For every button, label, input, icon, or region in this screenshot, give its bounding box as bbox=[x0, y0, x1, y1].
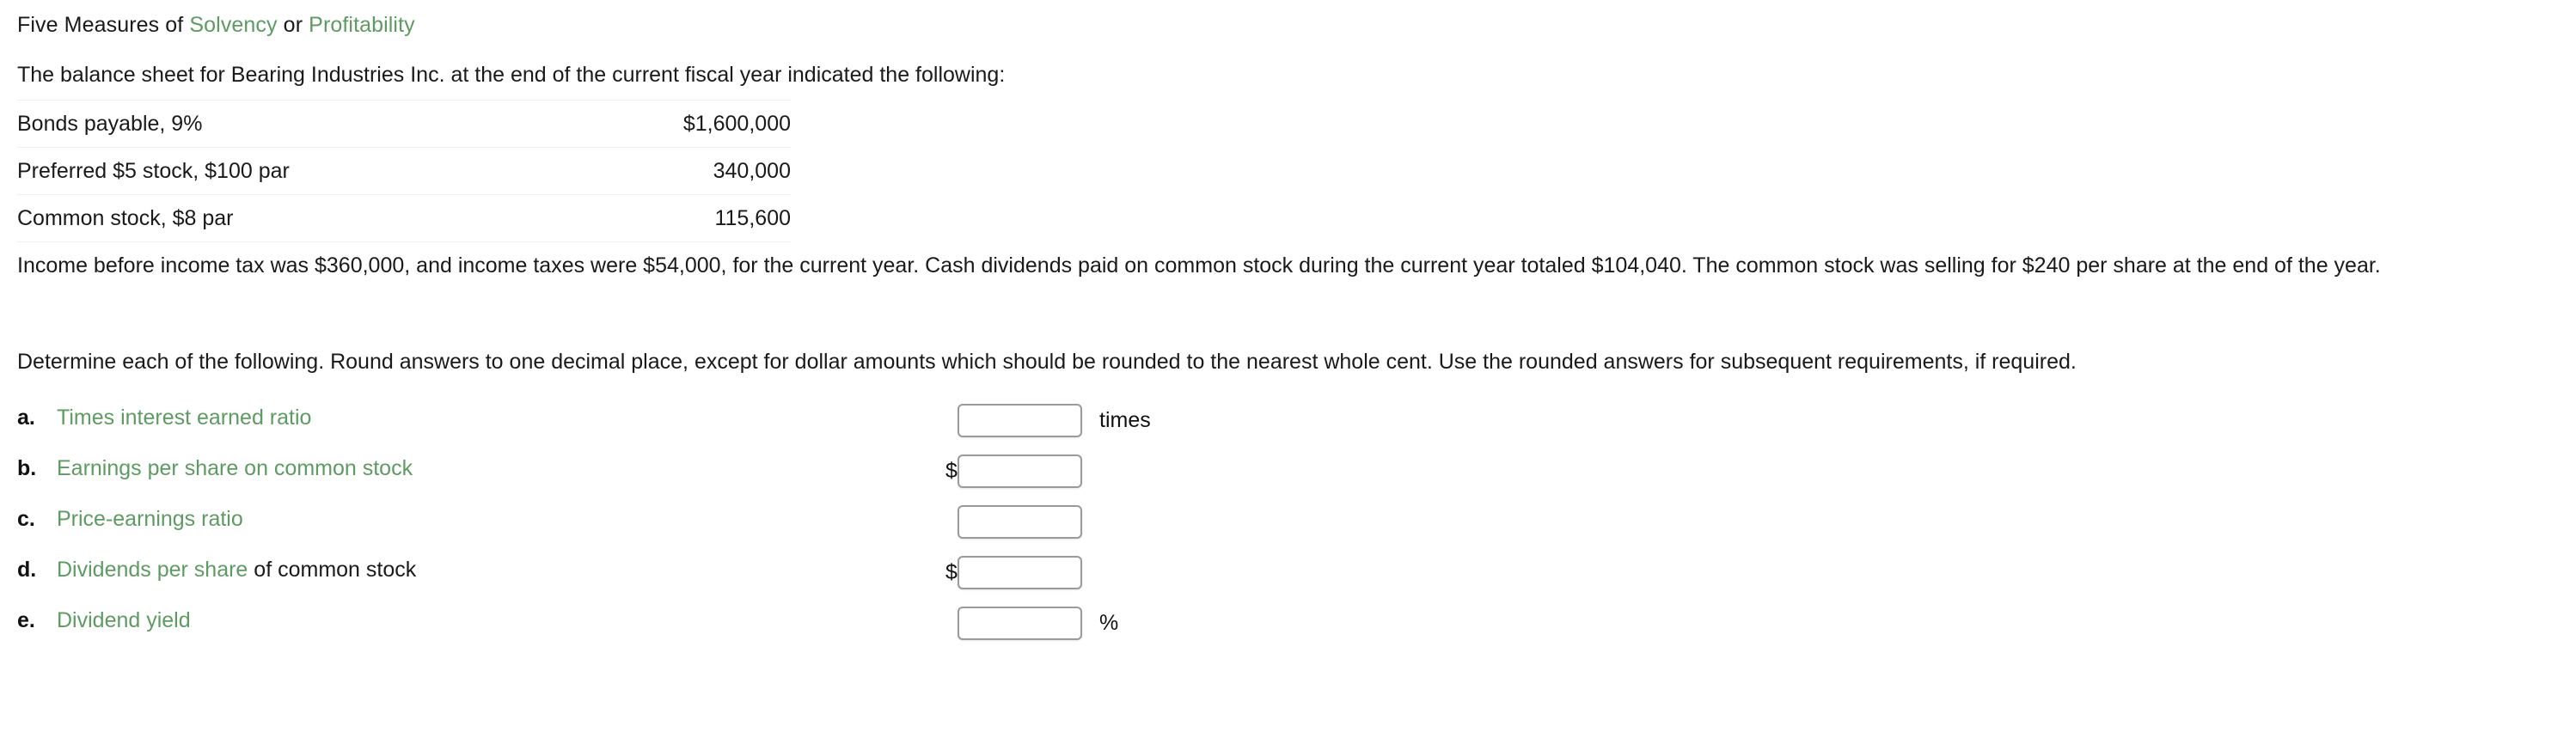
answer-row-e: e. Dividend yield % bbox=[0, 598, 2576, 649]
currency-prefix: $ bbox=[945, 459, 958, 483]
answer-letter: b. bbox=[17, 456, 37, 480]
answer-field-group bbox=[945, 501, 1099, 542]
answer-label-green: Dividends per share bbox=[57, 558, 248, 582]
answer-label-green: Dividend yield bbox=[57, 608, 191, 632]
answer-input-c[interactable] bbox=[958, 504, 1082, 539]
balance-sheet-table: Bonds payable, 9% $1,600,000 Preferred $… bbox=[17, 100, 791, 242]
answer-row-b: b. Earnings per share on common stock $ bbox=[0, 446, 2576, 497]
answer-field-group: $ bbox=[945, 552, 1099, 593]
answer-label: Times interest earned ratio bbox=[57, 406, 311, 430]
title-middle: or bbox=[277, 13, 309, 37]
answer-label: Dividend yield bbox=[57, 608, 191, 633]
answer-row-a: a. Times interest earned ratio times bbox=[0, 395, 2576, 446]
table-row: Bonds payable, 9% $1,600,000 bbox=[17, 100, 791, 148]
answer-input-b[interactable] bbox=[958, 454, 1082, 488]
currency-prefix: $ bbox=[945, 560, 958, 584]
row-amount: 340,000 bbox=[713, 159, 791, 183]
answer-letter: c. bbox=[17, 507, 35, 531]
answer-letter: d. bbox=[17, 558, 37, 582]
answer-field-group: times bbox=[945, 400, 1151, 441]
answer-label-green: Price-earnings ratio bbox=[57, 507, 243, 531]
answers-list: a. Times interest earned ratio times b. … bbox=[0, 395, 2576, 649]
table-row: Preferred $5 stock, $100 par 340,000 bbox=[17, 147, 791, 195]
income-paragraph: Income before income tax was $360,000, a… bbox=[17, 253, 2381, 278]
answer-input-a[interactable] bbox=[958, 403, 1082, 437]
answer-label-green: Times interest earned ratio bbox=[57, 406, 312, 430]
answer-letter: a. bbox=[17, 406, 35, 430]
title-prefix: Five Measures of bbox=[17, 13, 190, 37]
unit-suffix: % bbox=[1099, 611, 1119, 635]
answer-input-d[interactable] bbox=[958, 555, 1082, 589]
answer-label-plain: of common stock bbox=[248, 558, 417, 582]
answer-row-d: d. Dividends per share of common stock $ bbox=[0, 547, 2576, 598]
answer-row-c: c. Price-earnings ratio bbox=[0, 497, 2576, 547]
row-amount: 115,600 bbox=[714, 206, 791, 230]
answer-letter: e. bbox=[17, 608, 35, 632]
page-title: Five Measures of Solvency or Profitabili… bbox=[17, 12, 415, 38]
answer-label-green: Earnings per share on common stock bbox=[57, 456, 413, 480]
table-row: Common stock, $8 par 115,600 bbox=[17, 194, 791, 242]
balance-sheet-body: Bonds payable, 9% $1,600,000 Preferred $… bbox=[17, 100, 791, 242]
answer-field-group: % bbox=[945, 602, 1118, 644]
answer-input-e[interactable] bbox=[958, 606, 1082, 640]
answer-field-group: $ bbox=[945, 450, 1099, 491]
title-term-profitability: Profitability bbox=[309, 13, 415, 37]
unit-suffix: times bbox=[1099, 408, 1151, 432]
row-label: Preferred $5 stock, $100 par bbox=[17, 159, 290, 183]
row-amount: $1,600,000 bbox=[682, 112, 791, 136]
answer-label: Price-earnings ratio bbox=[57, 507, 243, 532]
title-term-solvency: Solvency bbox=[189, 13, 278, 37]
exercise-page: Five Measures of Solvency or Profitabili… bbox=[0, 0, 2576, 732]
intro-text: The balance sheet for Bearing Industries… bbox=[17, 63, 1006, 87]
answer-label: Earnings per share on common stock bbox=[57, 456, 413, 481]
row-label: Bonds payable, 9% bbox=[17, 112, 203, 136]
row-label: Common stock, $8 par bbox=[17, 206, 234, 230]
determine-paragraph: Determine each of the following. Round a… bbox=[17, 350, 2077, 374]
answer-label: Dividends per share of common stock bbox=[57, 558, 416, 583]
